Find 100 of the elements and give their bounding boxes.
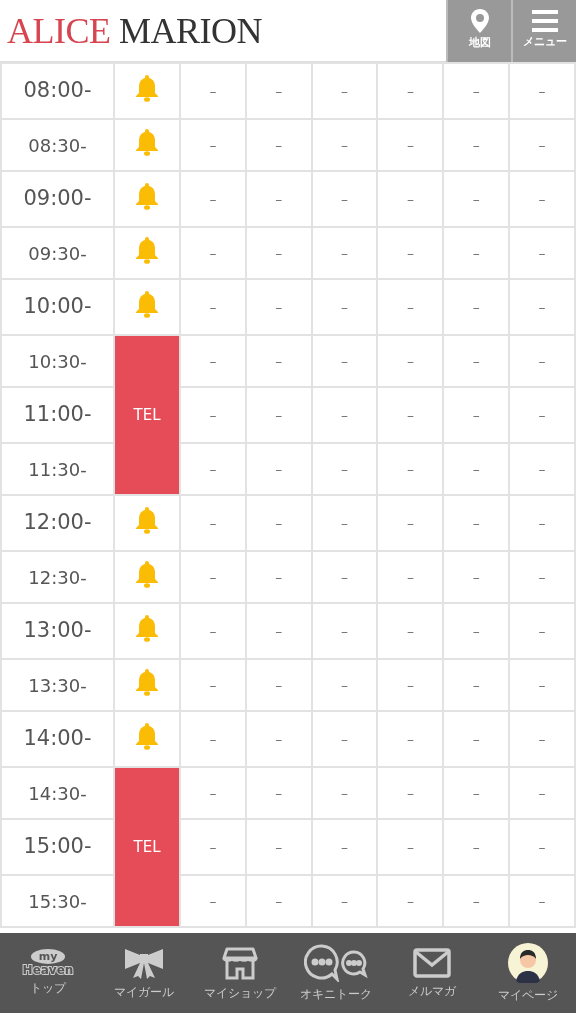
table-cell: –	[311, 63, 378, 119]
table-cell: –	[509, 659, 575, 711]
time-cell: 10:00-	[1, 279, 114, 335]
bell-icon[interactable]	[134, 289, 160, 318]
table-cell: –	[311, 119, 378, 171]
table-cell: –	[245, 63, 312, 119]
table-cell: –	[443, 819, 510, 875]
table-cell: –	[245, 711, 312, 767]
table-cell: –	[443, 495, 510, 551]
nav-item[interactable]: オキニトーク	[288, 943, 384, 1003]
table-cell: –	[509, 819, 575, 875]
bell-icon[interactable]	[134, 505, 160, 534]
table-cell: –	[180, 659, 246, 711]
table-cell: –	[180, 227, 246, 279]
bell-icon[interactable]	[134, 73, 160, 102]
table-cell: –	[509, 875, 575, 927]
table-cell: –	[443, 63, 510, 119]
table-cell: –	[245, 551, 312, 603]
menu-icon	[531, 10, 558, 33]
time-cell: 12:30-	[1, 551, 114, 603]
table-cell: –	[245, 875, 312, 927]
table-cell: –	[245, 387, 312, 443]
logo-text: ALICE	[7, 10, 111, 51]
table-cell: –	[311, 227, 378, 279]
table-cell: –	[377, 227, 444, 279]
table-cell: –	[245, 279, 312, 335]
table-cell: –	[509, 767, 575, 819]
nav-item[interactable]: マイガール	[96, 945, 192, 1001]
time-cell: 08:30-	[1, 119, 114, 171]
table-cell: –	[443, 119, 510, 171]
nav-item[interactable]: マイショップ	[192, 944, 288, 1002]
nav-item[interactable]: マイページ	[480, 942, 576, 1004]
table-cell: –	[311, 279, 378, 335]
table-cell: –	[180, 711, 246, 767]
table-cell: –	[509, 279, 575, 335]
table-cell: –	[509, 171, 575, 227]
table-cell: –	[509, 443, 575, 495]
table-cell: –	[509, 63, 575, 119]
table-cell: –	[180, 335, 246, 387]
table-cell: –	[377, 711, 444, 767]
table-cell: –	[377, 63, 444, 119]
nav-item[interactable]: メルマガ	[384, 946, 480, 1000]
table-cell: –	[180, 495, 246, 551]
time-cell: 15:00-	[1, 819, 114, 875]
table-cell: –	[509, 119, 575, 171]
time-cell: 13:30-	[1, 659, 114, 711]
table-cell: –	[180, 551, 246, 603]
table-cell: –	[180, 119, 246, 171]
chat-bubbles-icon	[304, 943, 368, 982]
map-button[interactable]: 地図	[446, 0, 511, 62]
table-cell: –	[180, 875, 246, 927]
table-cell: –	[377, 603, 444, 659]
bell-icon[interactable]	[134, 667, 160, 696]
table-cell: –	[443, 279, 510, 335]
table-cell: –	[180, 767, 246, 819]
table-cell: –	[377, 119, 444, 171]
table-cell: –	[377, 171, 444, 227]
table-cell: –	[443, 767, 510, 819]
table-cell: –	[180, 443, 246, 495]
map-pin-icon	[469, 9, 490, 34]
table-cell: –	[180, 63, 246, 119]
bell-icon[interactable]	[134, 181, 160, 210]
table-cell: –	[443, 443, 510, 495]
table-cell: –	[509, 711, 575, 767]
table-cell: –	[443, 603, 510, 659]
time-cell: 09:30-	[1, 227, 114, 279]
table-cell: –	[245, 443, 312, 495]
table-cell: –	[180, 387, 246, 443]
table-cell: –	[443, 875, 510, 927]
time-cell: 15:30-	[1, 875, 114, 927]
table-cell: –	[377, 659, 444, 711]
table-cell: –	[180, 603, 246, 659]
table-cell: –	[443, 711, 510, 767]
table-cell: –	[377, 875, 444, 927]
bell-icon[interactable]	[134, 127, 160, 156]
table-cell: –	[180, 171, 246, 227]
table-cell: –	[245, 171, 312, 227]
table-cell: –	[509, 495, 575, 551]
table-cell: –	[245, 227, 312, 279]
table-cell: –	[180, 819, 246, 875]
table-cell: –	[377, 819, 444, 875]
table-cell: –	[245, 819, 312, 875]
bell-icon[interactable]	[134, 721, 160, 750]
tel-cell: TEL	[114, 767, 180, 927]
nav-item[interactable]: my Heaven トップ	[0, 949, 96, 997]
table-cell: –	[377, 495, 444, 551]
bell-icon[interactable]	[134, 559, 160, 588]
time-cell: 14:00-	[1, 711, 114, 767]
table-cell: –	[509, 387, 575, 443]
table-cell: –	[245, 119, 312, 171]
table-cell: –	[377, 335, 444, 387]
table-cell: –	[443, 227, 510, 279]
table-cell: –	[377, 387, 444, 443]
table-cell: –	[311, 335, 378, 387]
table-cell: –	[443, 387, 510, 443]
bell-icon[interactable]	[134, 613, 160, 642]
menu-button[interactable]: メニュー	[511, 0, 576, 62]
bell-icon[interactable]	[134, 235, 160, 264]
table-cell: –	[377, 443, 444, 495]
time-cell: 11:30-	[1, 443, 114, 495]
